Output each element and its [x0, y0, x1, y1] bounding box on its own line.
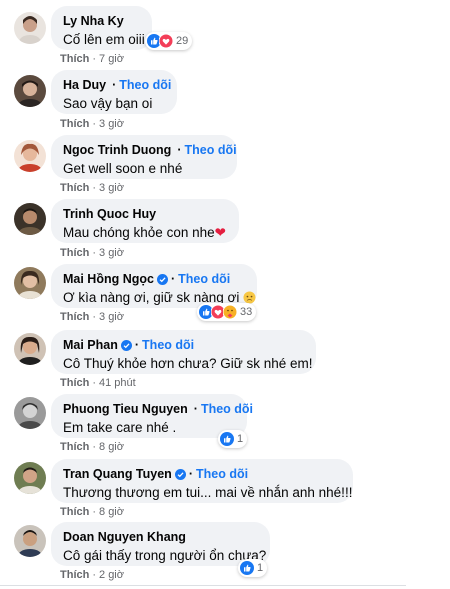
reaction-count: 1 [257, 562, 264, 574]
comment-bubble: Mai Phan · Theo dõi Cô Thuý khỏe hơn chưa… [51, 330, 316, 374]
comment-text: Get well soon e nhé [63, 161, 183, 176]
like-icon [240, 561, 254, 575]
avatar[interactable] [14, 462, 46, 494]
avatar[interactable] [14, 203, 46, 235]
like-button[interactable]: Thích [60, 182, 89, 194]
comment-actions: Thích · 8 giờ [60, 506, 124, 518]
timestamp[interactable]: 8 giờ [99, 506, 124, 518]
comment-bubble: Trinh Quoc Huy Mau chóng khỏe con nhe❤ [51, 199, 239, 243]
commenter-name[interactable]: Trinh Quoc Huy [63, 206, 156, 222]
follow-link[interactable]: Theo dõi [201, 401, 253, 417]
like-button[interactable]: Thích [60, 311, 89, 323]
follow-link[interactable]: Theo dõi [185, 142, 237, 158]
reaction-summary[interactable]: 1 [238, 559, 268, 577]
follow-link[interactable]: Theo dõi [178, 271, 230, 287]
comment-actions: Thích · 2 giờ [60, 569, 124, 581]
comment-actions: Thích · 7 giờ [60, 53, 124, 65]
comment-actions: Thích · 41 phút [60, 377, 136, 389]
like-button[interactable]: Thích [60, 118, 89, 130]
verified-badge-icon [120, 339, 132, 351]
timestamp[interactable]: 41 phút [99, 377, 136, 389]
heart-emoji-icon: ❤ [214, 225, 226, 240]
follow-link[interactable]: Theo dõi [142, 337, 194, 353]
avatar[interactable] [14, 333, 46, 365]
timestamp[interactable]: 3 giờ [99, 182, 124, 194]
commenter-name[interactable]: Mai Phan [63, 337, 118, 353]
comment-actions: Thích · 8 giờ [60, 441, 124, 453]
comment-bubble: Phuong Tieu Nguyen · Theo dõi Em take car… [51, 394, 253, 438]
reaction-summary[interactable]: 1 [218, 430, 248, 448]
comment-actions: Thích · 3 giờ [60, 311, 124, 323]
verified-badge-icon [156, 273, 168, 285]
reaction-summary[interactable]: 33 [197, 303, 257, 321]
like-button[interactable]: Thích [60, 506, 89, 518]
comment-bubble: Mai Hồng Ngọc · Theo dõi Ơ kìa nàng ơi, g… [51, 264, 257, 308]
comment-actions: Thích · 3 giờ [60, 118, 124, 130]
reaction-summary[interactable]: 29 [145, 32, 193, 50]
comment-bubble: Ngoc Trinh Duong · Theo dõi Get well soon… [51, 135, 237, 179]
divider [0, 585, 406, 586]
commenter-name[interactable]: Ha Duy [63, 77, 106, 93]
avatar[interactable] [14, 12, 46, 44]
avatar[interactable] [14, 397, 46, 429]
care-icon [223, 305, 237, 319]
verified-badge-icon [174, 468, 186, 480]
avatar[interactable] [14, 75, 46, 107]
timestamp[interactable]: 8 giờ [99, 441, 124, 453]
commenter-name[interactable]: Tran Quang Tuyen [63, 466, 172, 482]
like-button[interactable]: Thích [60, 53, 89, 65]
timestamp[interactable]: 3 giờ [99, 311, 124, 323]
comment-bubble: Tran Quang Tuyen · Theo dõi Thương thương… [51, 459, 353, 503]
comment-actions: Thích · 3 giờ [60, 182, 124, 194]
commenter-name[interactable]: Phuong Tieu Nguyen [63, 401, 188, 417]
comment-bubble: Ha Duy · Theo dõi Sao vậy bạn oi [51, 70, 177, 114]
like-button[interactable]: Thích [60, 377, 89, 389]
timestamp[interactable]: 2 giờ [99, 569, 124, 581]
comment-text: Cô Thuý khỏe hơn chưa? Giữ sk nhé em! [63, 356, 313, 371]
comment-text: Em take care nhé . [63, 420, 177, 435]
timestamp[interactable]: 3 giờ [99, 118, 124, 130]
commenter-name[interactable]: Mai Hồng Ngọc [63, 271, 154, 287]
comment-bubble: Ly Nha Ky Cố lên em oiii [51, 6, 152, 50]
comment-bubble: Doan Nguyen Khang Cô gái thấy trong ngườ… [51, 522, 270, 566]
like-button[interactable]: Thích [60, 569, 89, 581]
comment-text: Cô gái thấy trong người ổn chưa? [63, 548, 267, 563]
reaction-count: 1 [237, 433, 244, 445]
like-button[interactable]: Thích [60, 247, 89, 259]
like-button[interactable]: Thích [60, 441, 89, 453]
reaction-count: 29 [176, 35, 189, 47]
avatar[interactable] [14, 267, 46, 299]
avatar[interactable] [14, 525, 46, 557]
follow-link[interactable]: Theo dõi [119, 77, 171, 93]
like-icon [220, 432, 234, 446]
timestamp[interactable]: 3 giờ [99, 247, 124, 259]
comment-text: Mau chóng khỏe con nhe [63, 225, 215, 240]
commenter-name[interactable]: Ly Nha Ky [63, 13, 124, 29]
commenter-name[interactable]: Ngoc Trinh Duong [63, 142, 171, 158]
comment-text: Thương thương em tui... mai về nhắn anh … [63, 485, 353, 500]
reaction-count: 33 [240, 306, 253, 318]
love-icon [159, 34, 173, 48]
commenter-name[interactable]: Doan Nguyen Khang [63, 529, 186, 545]
follow-link[interactable]: Theo dõi [196, 466, 248, 482]
comment-text: Cố lên em oiii [63, 32, 145, 47]
avatar[interactable] [14, 140, 46, 172]
comment-actions: Thích · 3 giờ [60, 247, 124, 259]
timestamp[interactable]: 7 giờ [99, 53, 124, 65]
comment-text: Sao vậy bạn oi [63, 96, 153, 111]
